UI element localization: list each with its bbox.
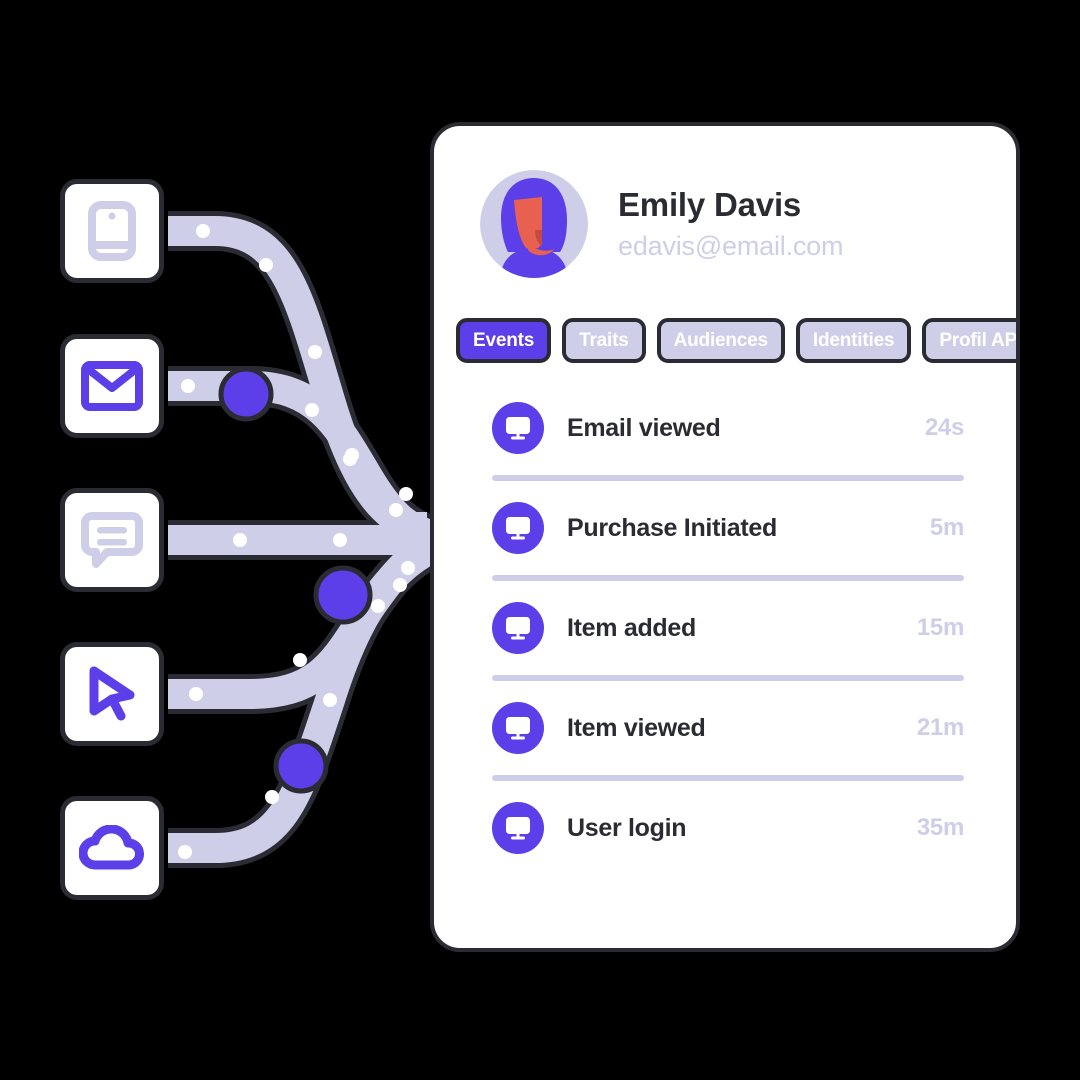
event-time: 35m xyxy=(916,814,964,841)
row-divider xyxy=(492,575,964,581)
cloud-icon xyxy=(79,825,145,871)
tab-identities[interactable]: Identities xyxy=(795,318,912,363)
list-item[interactable]: Item viewed 21m xyxy=(434,695,1016,761)
event-time: 15m xyxy=(916,614,964,641)
tab-audiences[interactable]: Audiences xyxy=(656,318,785,363)
event-time: 24s xyxy=(924,414,964,441)
profile-tabs: Events Traits Audiences Identities Profi… xyxy=(434,278,1016,363)
row-divider xyxy=(492,775,964,781)
monitor-icon xyxy=(492,602,544,654)
illustration-canvas: .pipe-out { fill:none; stroke:#2B2B33; s… xyxy=(0,0,1080,1080)
event-label: Item added xyxy=(567,613,696,642)
monitor-icon xyxy=(492,702,544,754)
user-email: edavis@email.com xyxy=(618,231,844,262)
monitor-icon xyxy=(492,802,544,854)
envelope-icon xyxy=(81,361,143,411)
list-item[interactable]: Email viewed 24s xyxy=(434,395,1016,461)
avatar xyxy=(480,170,588,278)
event-time: 21m xyxy=(916,714,964,741)
row-divider xyxy=(492,475,964,481)
tab-profil-api[interactable]: Profil API xyxy=(922,318,1016,363)
tab-traits[interactable]: Traits xyxy=(562,318,646,363)
monitor-icon xyxy=(492,402,544,454)
row-divider xyxy=(492,675,964,681)
event-label: User login xyxy=(567,813,687,842)
user-profile-card: Emily Davis edavis@email.com Events Trai… xyxy=(430,122,1020,952)
cursor-pointer-icon xyxy=(85,665,139,723)
source-box-cloud[interactable] xyxy=(60,796,164,900)
list-item[interactable]: Purchase Initiated 5m xyxy=(434,495,1016,561)
monitor-icon xyxy=(492,502,544,554)
mobile-phone-icon xyxy=(88,201,136,261)
source-box-chat[interactable] xyxy=(60,488,164,592)
list-item[interactable]: User login 35m xyxy=(434,795,1016,861)
source-box-cursor[interactable] xyxy=(60,642,164,746)
profile-header: Emily Davis edavis@email.com xyxy=(434,126,1016,278)
tab-events[interactable]: Events xyxy=(456,318,552,363)
source-box-mobile[interactable] xyxy=(60,179,164,283)
source-box-email[interactable] xyxy=(60,334,164,438)
chat-bubble-icon xyxy=(81,511,143,569)
event-label: Purchase Initiated xyxy=(567,513,777,542)
event-list: Email viewed 24s Purchase Initiated 5m I… xyxy=(434,363,1016,861)
event-time: 5m xyxy=(929,514,964,541)
event-label: Item viewed xyxy=(567,713,706,742)
event-label: Email viewed xyxy=(567,413,721,442)
page-title: Emily Davis xyxy=(618,185,802,223)
list-item[interactable]: Item added 15m xyxy=(434,595,1016,661)
